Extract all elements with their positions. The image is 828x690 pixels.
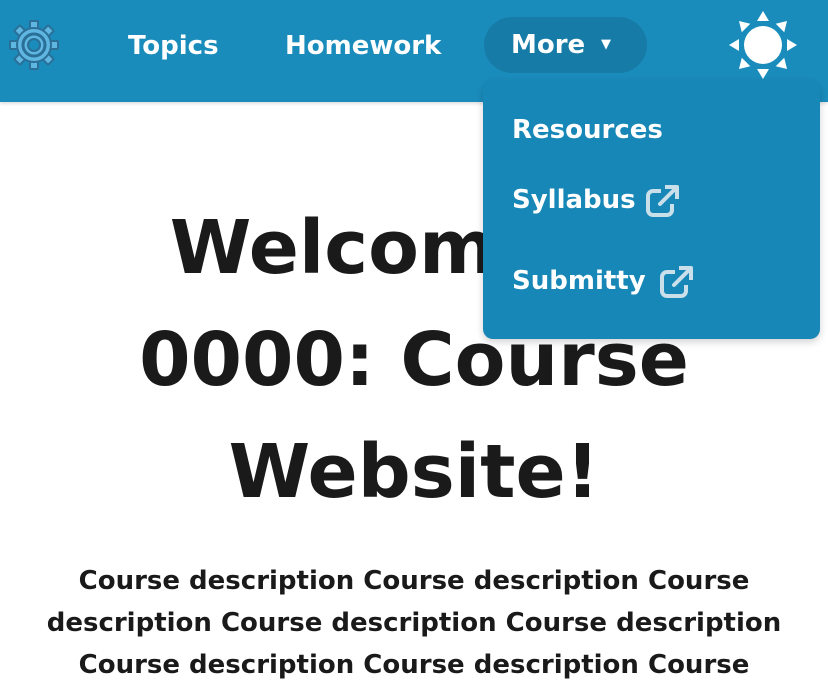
more-label: More <box>511 30 586 60</box>
external-link-icon <box>646 184 681 217</box>
more-dropdown-menu: Resources Syllabus Submitty <box>483 80 820 339</box>
course-description: Course description Course description Co… <box>46 566 782 680</box>
caret-down-icon: ▼ <box>601 37 611 52</box>
nav-homework-link[interactable]: Homework <box>285 26 441 66</box>
menu-item-submitty[interactable]: Submitty <box>512 261 646 301</box>
page-title-line-3: Website! <box>228 429 600 515</box>
external-link-icon <box>660 265 695 298</box>
gear-icon[interactable] <box>8 19 60 71</box>
page: Topics Homework More ▼ Resources Syllabu… <box>0 0 828 690</box>
more-menu-button[interactable]: More ▼ <box>484 17 647 73</box>
menu-item-resources[interactable]: Resources <box>512 110 663 150</box>
menu-item-syllabus[interactable]: Syllabus <box>512 180 636 220</box>
nav-topics-link[interactable]: Topics <box>128 26 219 66</box>
sun-icon[interactable] <box>727 9 799 81</box>
